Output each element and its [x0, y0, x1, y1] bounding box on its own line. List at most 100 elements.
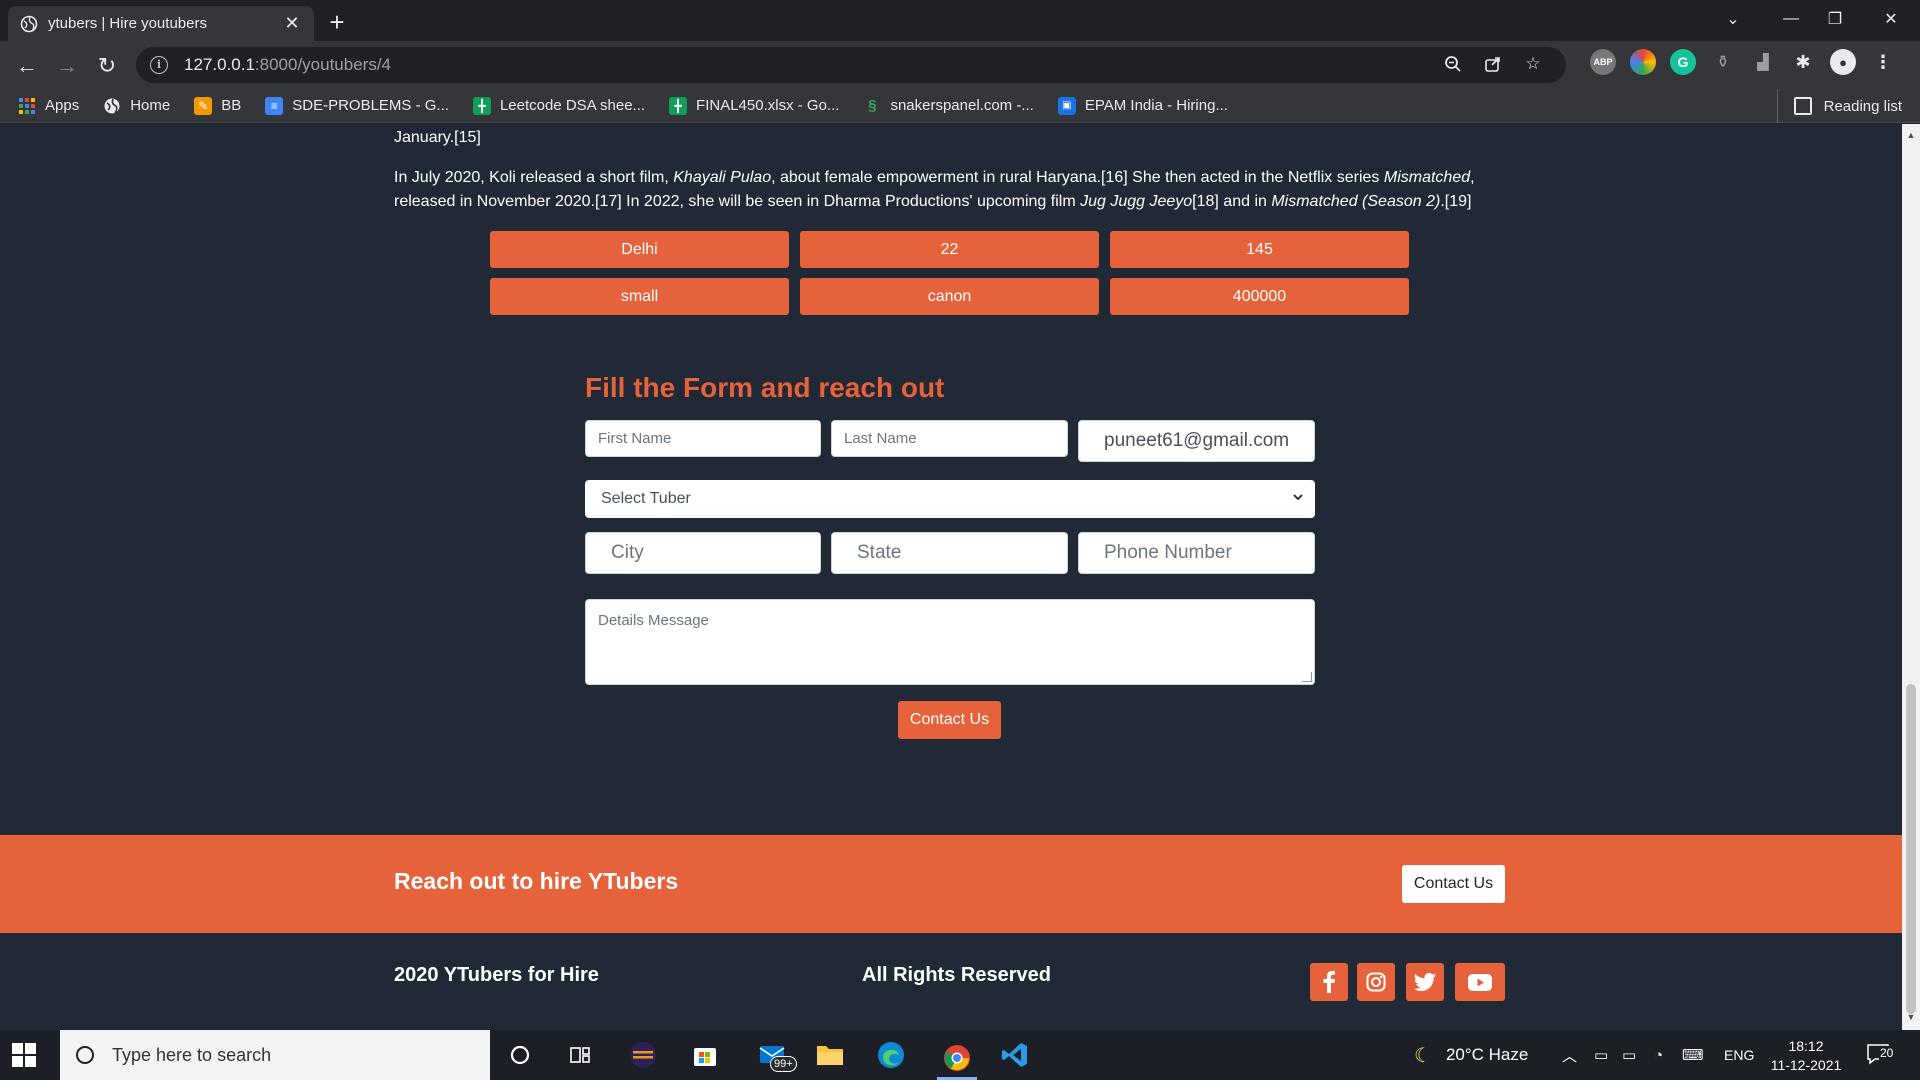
city-field[interactable]: City — [585, 532, 821, 574]
bio-text: [18] and in — [1192, 193, 1272, 210]
restore-button[interactable]: ❐ — [1806, 0, 1864, 38]
reading-list-button[interactable]: Reading list — [1776, 89, 1902, 123]
bookmark-apps[interactable]: Apps — [18, 97, 79, 115]
apps-grid-icon — [18, 97, 36, 115]
contact-us-submit-button[interactable]: Contact Us — [898, 701, 1001, 739]
first-name-field[interactable]: First Name — [585, 420, 821, 457]
email-field[interactable]: puneet61@gmail.com — [1078, 420, 1315, 462]
vscode-icon[interactable] — [998, 1038, 1032, 1072]
meet-now-icon[interactable]: ▭ — [1594, 1030, 1608, 1080]
share-icon[interactable] — [1480, 51, 1506, 77]
back-button[interactable]: ← — [12, 51, 42, 81]
bio-paragraph: In July 2020, Koli released a short film… — [394, 166, 1494, 214]
state-field[interactable]: State — [831, 532, 1068, 574]
profile-avatar-icon[interactable]: ● — [1830, 49, 1856, 75]
grammarly-extension-icon[interactable]: G — [1670, 49, 1696, 75]
browser-toolbar: ← → ↻ i 127.0.0.1 :8000/youtubers/4 ☆ AB… — [0, 41, 1920, 89]
bio-line: January.[15] — [394, 129, 481, 146]
windows-start-icon[interactable] — [12, 1043, 36, 1067]
keyboard-icon[interactable]: ⌨ — [1682, 1030, 1704, 1080]
instagram-icon[interactable] — [1357, 963, 1395, 1001]
close-window-button[interactable]: ✕ — [1862, 0, 1920, 38]
scroll-up-arrow-icon[interactable]: ▲ — [1906, 130, 1916, 140]
scrollbar-thumb[interactable] — [1906, 684, 1916, 1014]
phone-number-field[interactable]: Phone Number — [1078, 532, 1315, 574]
epam-icon: ▣ — [1057, 96, 1076, 115]
moon-haze-icon: ☾ — [1414, 1044, 1432, 1067]
chrome-browser-icon[interactable] — [937, 1038, 977, 1080]
browser-tab[interactable]: ytubers | Hire youtubers ✕ — [8, 6, 314, 41]
info-city: Delhi — [490, 231, 789, 268]
page-scrollbar[interactable]: ▲ ▼ — [1902, 124, 1920, 1030]
extensions-puzzle-icon[interactable]: ✱ — [1790, 49, 1816, 75]
bookmark-label: Leetcode DSA shee... — [499, 97, 646, 114]
input-language[interactable]: ENG — [1724, 1030, 1754, 1080]
forward-button[interactable]: → — [52, 51, 82, 81]
eclipse-app-icon[interactable] — [626, 1038, 660, 1072]
bookmark-label: Apps — [45, 97, 80, 114]
tab-title: ytubers | Hire youtubers — [48, 15, 207, 32]
bookmark-label: snakerspanel.com -... — [890, 97, 1034, 114]
reading-list-icon — [1793, 97, 1812, 115]
notification-center-icon[interactable]: 20 — [1866, 1030, 1895, 1080]
bookmark-final450[interactable]: ╋ FINAL450.xlsx - Go... — [669, 96, 839, 115]
chart-extension-icon[interactable]: ▟ — [1750, 49, 1776, 75]
bio-text: .[19] — [1440, 193, 1472, 210]
wifi-icon[interactable]: ◔ — [1654, 1030, 1663, 1080]
new-tab-button[interactable]: + — [322, 8, 352, 38]
info-height: 145 — [1110, 231, 1409, 268]
windows-taskbar: Type here to search 99+ ☾ 20°C Haze ︿ ▭ … — [0, 1030, 1920, 1080]
resize-grip-icon[interactable] — [1302, 672, 1312, 682]
edge-browser-icon[interactable] — [874, 1038, 908, 1072]
url-host: 127.0.0.1 — [184, 55, 255, 74]
scroll-down-arrow-icon[interactable]: ▼ — [1906, 1012, 1916, 1022]
address-bar[interactable]: i 127.0.0.1 :8000/youtubers/4 ☆ — [136, 47, 1566, 83]
bookmark-star-icon[interactable]: ☆ — [1520, 51, 1546, 77]
snake-icon: § — [868, 97, 877, 114]
taskbar-search-box[interactable]: Type here to search — [60, 1030, 490, 1080]
bookmark-epam[interactable]: ▣ EPAM India - Hiring... — [1057, 96, 1228, 115]
banner-contact-button[interactable]: Contact Us — [1402, 865, 1505, 903]
bio-film-title: Khayali Pulao — [673, 169, 772, 186]
weather-widget[interactable]: ☾ 20°C Haze — [1414, 1030, 1528, 1080]
url-path: :8000/youtubers/4 — [254, 55, 392, 74]
bookmark-home[interactable]: Home — [103, 97, 170, 115]
site-info-icon[interactable]: i — [150, 56, 168, 74]
select-tuber-dropdown[interactable]: Select Tuber — [585, 480, 1315, 518]
cortana-icon[interactable] — [503, 1038, 537, 1072]
notification-count: 20 — [1879, 1046, 1895, 1060]
browser-menu-icon[interactable]: ⋮ — [1870, 49, 1896, 75]
taskbar-clock[interactable]: 18:12 11-12-2021 — [1762, 1037, 1850, 1075]
file-explorer-icon[interactable] — [813, 1038, 847, 1072]
search-icon — [76, 1046, 94, 1064]
bookmark-label: SDE-PROBLEMS - G... — [292, 97, 449, 114]
info-age: 22 — [800, 231, 1099, 268]
bio-series-title: Mismatched — [1383, 169, 1471, 186]
footer-copyright: 2020 YTubers for Hire — [394, 964, 599, 986]
show-hidden-icons-icon[interactable]: ︿ — [1562, 1030, 1577, 1080]
bookmark-sde-problems[interactable]: ≡ SDE-PROBLEMS - G... — [265, 96, 449, 115]
tab-strip: ytubers | Hire youtubers ✕ + ⌄ — ❐ ✕ — [0, 0, 1920, 41]
bookmark-snakerspanel[interactable]: § snakerspanel.com -... — [863, 97, 1034, 115]
battery-icon[interactable]: ▭ — [1622, 1030, 1636, 1080]
zoom-icon[interactable] — [1440, 51, 1466, 77]
youtube-icon[interactable] — [1455, 963, 1505, 1001]
facebook-icon[interactable] — [1310, 963, 1348, 1001]
twitter-icon[interactable] — [1406, 963, 1444, 1001]
clock-time: 18:12 — [1788, 1038, 1824, 1054]
mail-app-icon[interactable]: 99+ — [752, 1038, 797, 1072]
bookmark-leetcode[interactable]: ╋ Leetcode DSA shee... — [472, 96, 646, 115]
microsoft-store-icon[interactable] — [688, 1038, 722, 1072]
last-name-field[interactable]: Last Name — [831, 420, 1068, 457]
close-tab-icon[interactable]: ✕ — [282, 13, 302, 34]
reload-button[interactable]: ↻ — [92, 51, 122, 81]
task-view-icon[interactable] — [563, 1038, 597, 1072]
adblock-extension-icon[interactable]: ABP — [1590, 49, 1616, 75]
bio-text: In July 2020, Koli released a short film… — [394, 169, 674, 186]
bottle-extension-icon[interactable]: ⚱ — [1710, 49, 1736, 75]
details-message-textarea[interactable]: Details Message — [585, 599, 1315, 685]
color-picker-extension-icon[interactable] — [1630, 49, 1656, 75]
bookmark-bb[interactable]: ✎ BB — [194, 96, 241, 115]
tab-search-icon[interactable]: ⌄ — [1704, 0, 1762, 38]
weather-text: 20°C Haze — [1445, 1045, 1529, 1064]
